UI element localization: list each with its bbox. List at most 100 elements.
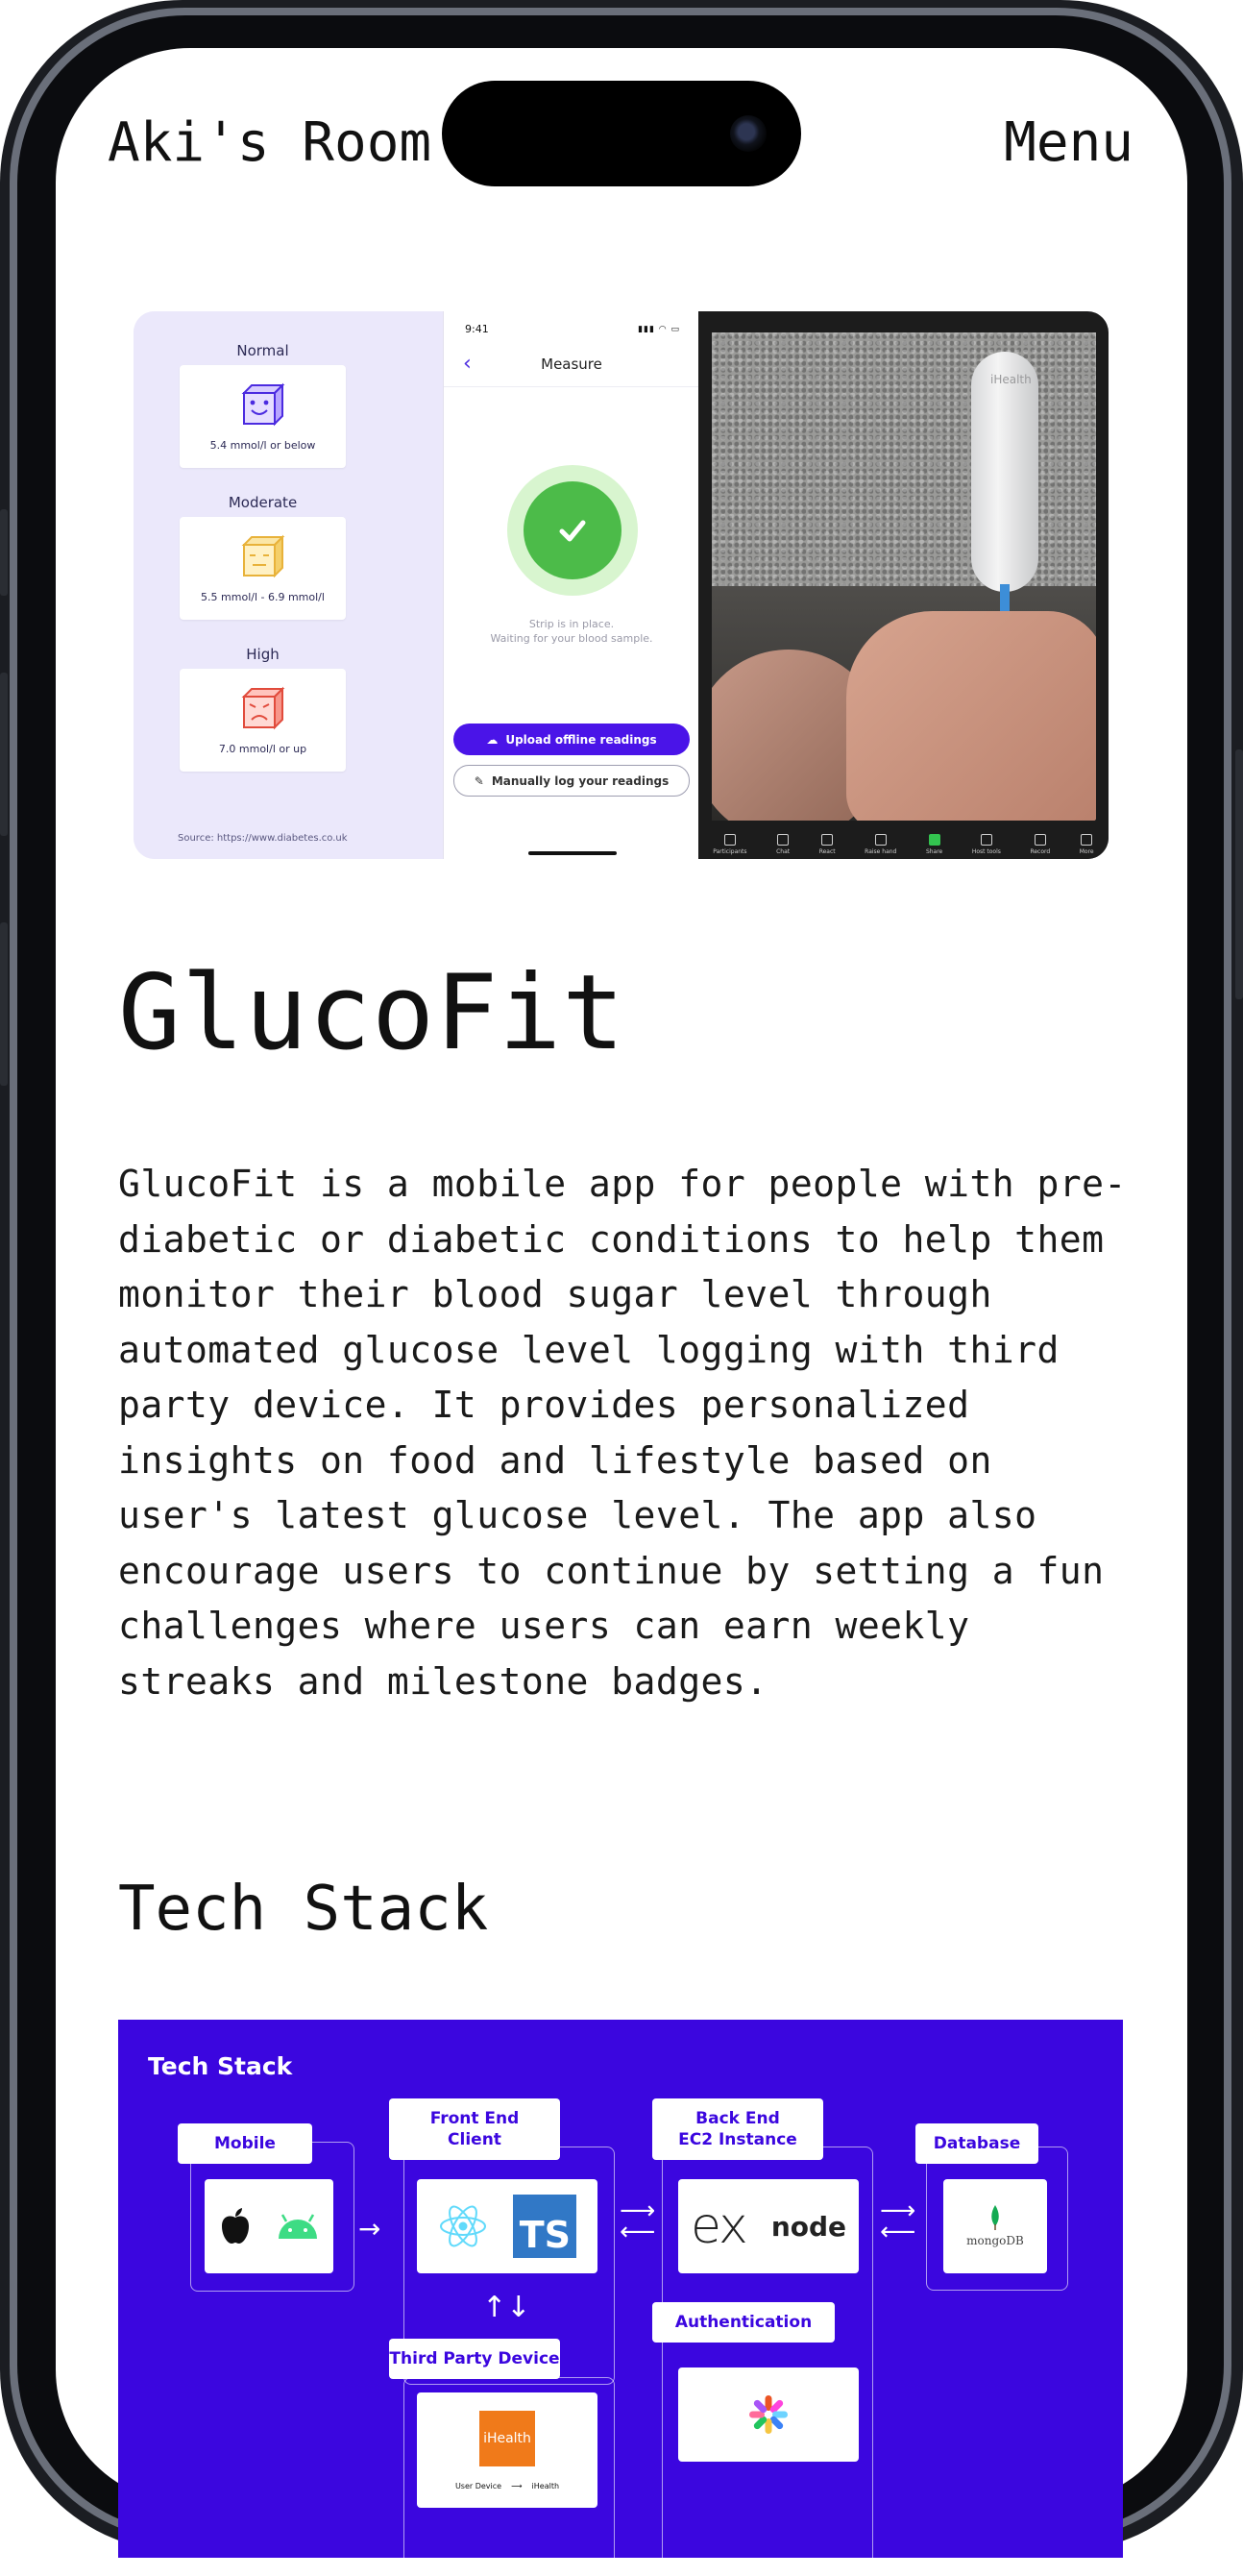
video-call-photo: iHealth Participants Chat React Raise ha… (698, 311, 1109, 859)
nodejs-icon: node (770, 2210, 847, 2243)
description-line: automated glucose level logging with thi… (118, 1328, 1060, 1371)
more-icon (1081, 834, 1093, 846)
description-line: diabetic or diabetic conditions to help … (118, 1217, 1105, 1261)
pencil-icon: ✎ (474, 773, 484, 788)
bidirectional-arrow-icon: ⟶ ⟵ (620, 2196, 656, 2246)
message-line: Strip is in place. (528, 618, 615, 630)
label-line: EC2 Instance (678, 2130, 797, 2149)
tech-stack-heading: Tech Stack (118, 1874, 489, 1945)
apple-icon (222, 2208, 249, 2244)
volume-up-button (0, 673, 8, 836)
ihealth-label: iHealth (531, 2481, 560, 2490)
label-line: Front End (429, 2109, 520, 2128)
status-time: 9:41 (465, 323, 489, 335)
raise-hand-icon (874, 834, 887, 846)
auth-logo (678, 2367, 859, 2462)
power-button (1235, 749, 1243, 999)
toolbar-label: Chat (776, 848, 791, 855)
camera-icon (730, 115, 767, 152)
frontend-label: Front End Client (389, 2098, 560, 2160)
tech-stack-diagram: Tech Stack Mobile → Front End Client TS ↑… (118, 2020, 1123, 2576)
toolbar-item: Record (1030, 834, 1050, 855)
description-line: monitor their blood sugar level through (118, 1273, 992, 1315)
level-range: 7.0 mmol/l or up (218, 743, 307, 755)
level-high: High 7.0 mmol/l or up (180, 646, 346, 772)
project-title: GlucoFit (118, 953, 626, 1073)
database-label: Database (915, 2123, 1038, 2164)
description-line: insights on food and lifestyle based on (118, 1438, 992, 1482)
level-range: 5.4 mmol/l or below (209, 439, 316, 452)
user-device-label: User Device (454, 2481, 502, 2490)
third-party-logos: iHealth User Device ⟶ iHealth (417, 2392, 597, 2508)
glucose-levels-panel: Normal 5.4 mmol/l or below Moderate 5.5 … (134, 311, 443, 859)
measure-title: Measure (541, 356, 602, 373)
sad-cube-icon (241, 686, 284, 730)
level-name: High (246, 646, 280, 663)
react-icon (821, 834, 834, 846)
bidirectional-arrow-icon: ⟶ ⟵ (880, 2196, 916, 2246)
success-check-icon (507, 465, 638, 596)
device-flow: User Device ⟶ iHealth (455, 2482, 559, 2490)
button-label: Upload offline readings (505, 732, 657, 747)
toolbar-label: Host tools (971, 848, 1001, 855)
level-name: Moderate (228, 494, 298, 511)
backend-label: Back End EC2 Instance (652, 2098, 823, 2160)
upload-offline-readings-button: ☁ Upload offline readings (453, 724, 690, 755)
right-arrow-icon: → (358, 2213, 381, 2245)
home-indicator (528, 851, 617, 855)
signal-battery-icon: ▮▮▮ ◠ ▭ (638, 325, 680, 334)
bidirectional-vertical-arrow-icon: ↑↓ (482, 2291, 531, 2324)
button-label: Manually log your readings (491, 773, 670, 788)
diagram-title: Tech Stack (148, 2052, 293, 2080)
express-icon: ex (690, 2197, 748, 2255)
menu-button[interactable]: Menu (1004, 111, 1133, 174)
backend-logos: ex node (678, 2179, 859, 2273)
participants-icon (723, 834, 736, 846)
toolbar-label: Raise hand (865, 848, 897, 855)
level-normal: Normal 5.4 mmol/l or below (180, 342, 346, 468)
mongodb-leaf-icon (991, 2205, 999, 2230)
mobile-logos (205, 2179, 333, 2273)
record-icon (1034, 834, 1046, 846)
ihealth-logo-icon: iHealth (479, 2410, 535, 2466)
action-button (0, 509, 8, 596)
typescript-icon: TS (513, 2195, 576, 2258)
auth-label: Authentication (652, 2302, 835, 2343)
label-line: Client (448, 2130, 501, 2149)
level-name: Normal (236, 342, 289, 359)
message-line: Waiting for your blood sample. (490, 632, 653, 645)
toolbar-label: More (1079, 848, 1094, 855)
label-line: Back End (695, 2109, 780, 2128)
mobile-label: Mobile (178, 2123, 312, 2164)
toolbar-label: React (818, 848, 836, 855)
level-card: 5.4 mmol/l or below (180, 365, 346, 468)
cloud-upload-icon: ☁ (486, 732, 499, 747)
toolbar-item: Host tools (972, 834, 1001, 855)
chat-icon (777, 834, 790, 846)
description-line: GlucoFit is a mobile app for people with… (118, 1163, 1127, 1205)
manually-log-readings-button: ✎ Manually log your readings (453, 765, 690, 797)
hand (846, 611, 1096, 821)
react-icon (440, 2205, 486, 2247)
source-note: Source: https://www.diabetes.co.uk (178, 833, 348, 844)
toolbar-label: Participants (713, 848, 747, 855)
toolbar-item: Participants (713, 834, 747, 855)
site-title[interactable]: Aki's Room (108, 111, 431, 174)
toolbar-item: More (1080, 834, 1094, 855)
description-line: user's latest glucose level. The app als… (118, 1494, 1037, 1536)
strip-status-message: Strip is in place. Waiting for your bloo… (444, 617, 699, 646)
description-line: party device. It provides personalized (118, 1384, 970, 1426)
glucometer-photo: iHealth (712, 332, 1096, 821)
glucometer-device: iHealth (971, 352, 1038, 592)
project-hero-image: Normal 5.4 mmol/l or below Moderate 5.5 … (134, 311, 1109, 859)
toolbar-item: Raise hand (865, 834, 896, 855)
toolbar-item: Share (926, 834, 942, 855)
host-tools-icon (980, 834, 992, 846)
right-arrow-icon: ⟶ (511, 2481, 523, 2490)
volume-down-button (0, 922, 8, 1086)
android-icon (279, 2214, 317, 2239)
frontend-logos: TS (417, 2179, 597, 2273)
toolbar-item: Chat (776, 834, 790, 855)
toolbar-item: React (819, 834, 836, 855)
toolbar-label: Record (1030, 848, 1051, 855)
